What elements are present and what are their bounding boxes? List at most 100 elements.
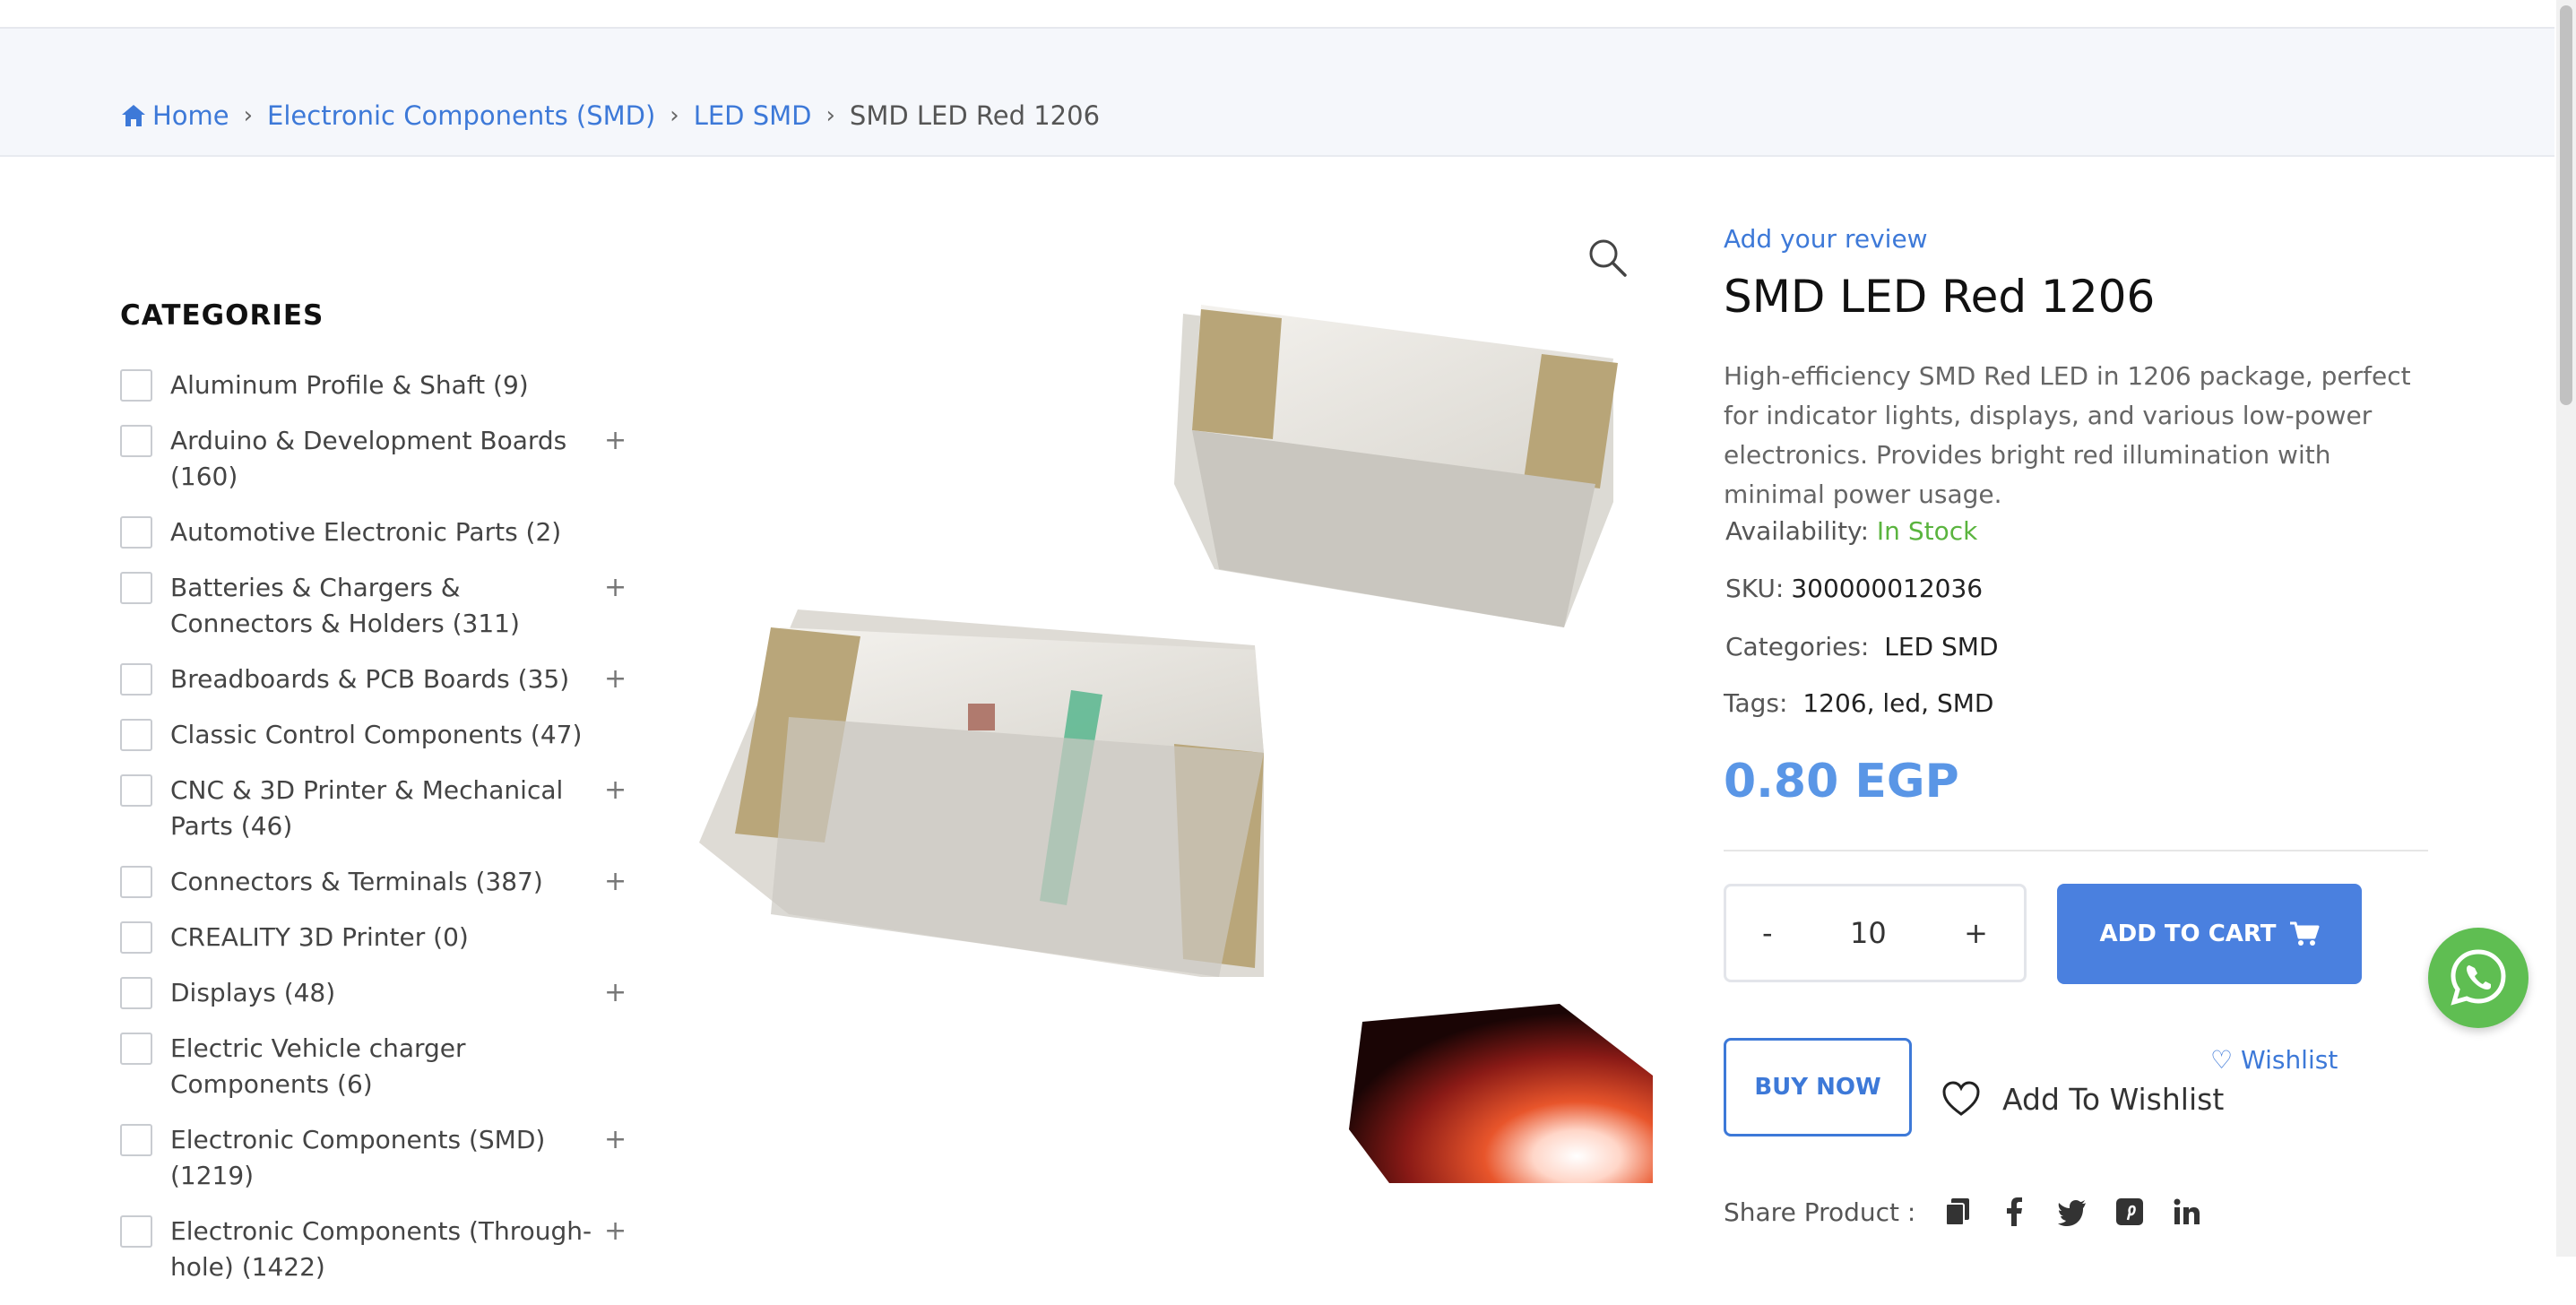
category-checkbox[interactable] bbox=[120, 516, 152, 549]
category-checkbox[interactable] bbox=[120, 1033, 152, 1065]
quantity-stepper: - 10 + bbox=[1724, 884, 2027, 982]
page-scrollbar[interactable] bbox=[2556, 0, 2576, 1257]
sku-row: SKU: 300000012036 bbox=[1725, 574, 1983, 603]
quantity-decrease-button[interactable]: - bbox=[1762, 916, 1773, 950]
product-description: High-efficiency SMD Red LED in 1206 pack… bbox=[1724, 361, 2411, 509]
category-label[interactable]: Arduino & Development Boards (160) bbox=[170, 423, 601, 495]
expand-plus-icon[interactable]: + bbox=[604, 1214, 627, 1249]
buy-now-button[interactable]: BUY NOW bbox=[1724, 1038, 1912, 1136]
category-checkbox[interactable] bbox=[120, 663, 152, 696]
category-label[interactable]: CNC & 3D Printer & Mechanical Parts (46) bbox=[170, 773, 601, 844]
pinterest-icon[interactable] bbox=[2114, 1197, 2145, 1227]
linkedin-icon[interactable] bbox=[2172, 1197, 2202, 1227]
sku-value: 300000012036 bbox=[1791, 574, 1984, 603]
copy-icon[interactable] bbox=[1942, 1197, 1973, 1227]
category-label[interactable]: Connectors & Terminals (387) bbox=[170, 864, 601, 900]
whatsapp-icon bbox=[2451, 949, 2506, 1006]
tags-value[interactable]: 1206, led, SMD bbox=[1802, 688, 1993, 718]
availability-label: Availability: bbox=[1725, 516, 1870, 546]
category-label[interactable]: Electric Vehicle charger Components (6) bbox=[170, 1031, 601, 1102]
add-to-wishlist-button[interactable]: Add To Wishlist bbox=[1941, 1081, 2224, 1117]
category-checkbox[interactable] bbox=[120, 866, 152, 898]
category-item[interactable]: Batteries & Chargers & Connectors & Hold… bbox=[120, 570, 640, 642]
category-label[interactable]: Automotive Electronic Parts (2) bbox=[170, 514, 601, 550]
expand-plus-icon[interactable]: + bbox=[604, 975, 627, 1011]
sku-label: SKU: bbox=[1725, 574, 1785, 603]
category-item[interactable]: CREALITY 3D Printer (0) bbox=[120, 920, 640, 955]
share-label: Share Product : bbox=[1724, 1197, 1916, 1227]
category-checkbox[interactable] bbox=[120, 977, 152, 1009]
breadcrumb-current: SMD LED Red 1206 bbox=[849, 100, 1101, 131]
add-to-wishlist-label: Add To Wishlist bbox=[2002, 1081, 2225, 1117]
expand-plus-icon[interactable]: + bbox=[604, 570, 627, 606]
category-checkbox[interactable] bbox=[120, 1215, 152, 1248]
categories-label: Categories: bbox=[1725, 632, 1870, 661]
category-item[interactable]: Displays (48) + bbox=[120, 975, 640, 1011]
category-checkbox[interactable] bbox=[120, 425, 152, 457]
breadcrumb-bar: Home › Electronic Components (SMD) › LED… bbox=[0, 29, 2554, 157]
breadcrumb-separator: › bbox=[826, 102, 835, 129]
category-list: Aluminum Profile & Shaft (9) Arduino & De… bbox=[120, 367, 640, 1305]
category-item[interactable]: Arduino & Development Boards (160) + bbox=[120, 423, 640, 495]
availability-row: Availability: In Stock bbox=[1725, 516, 1977, 546]
category-checkbox[interactable] bbox=[120, 719, 152, 751]
expand-plus-icon[interactable]: + bbox=[604, 661, 627, 697]
category-link-led-smd[interactable]: LED SMD bbox=[1884, 632, 1998, 661]
category-item[interactable]: Aluminum Profile & Shaft (9) bbox=[120, 367, 640, 403]
expand-plus-icon[interactable]: + bbox=[604, 1122, 627, 1158]
category-item[interactable]: Electric Vehicle charger Components (6) bbox=[120, 1031, 640, 1102]
add-to-cart-button[interactable]: ADD TO CART bbox=[2057, 884, 2362, 984]
category-label[interactable]: Batteries & Chargers & Connectors & Hold… bbox=[170, 570, 601, 642]
category-label[interactable]: Electronic Components (SMD) (1219) bbox=[170, 1122, 601, 1194]
category-item[interactable]: Connectors & Terminals (387) + bbox=[120, 864, 640, 900]
category-checkbox[interactable] bbox=[120, 774, 152, 807]
breadcrumb-led-smd[interactable]: LED SMD bbox=[694, 100, 812, 131]
category-label[interactable]: Aluminum Profile & Shaft (9) bbox=[170, 367, 601, 403]
tags-row: Tags: 1206, led, SMD bbox=[1724, 688, 1993, 718]
expand-plus-icon[interactable]: + bbox=[604, 423, 627, 459]
add-review-link[interactable]: Add your review bbox=[1724, 224, 1928, 254]
add-to-cart-label: ADD TO CART bbox=[2099, 920, 2277, 947]
facebook-icon[interactable] bbox=[2000, 1197, 2030, 1227]
scrollbar-thumb[interactable] bbox=[2560, 5, 2572, 405]
category-label[interactable]: Displays (48) bbox=[170, 975, 601, 1011]
category-item[interactable]: Electronic Components (SMD) (1219) + bbox=[120, 1122, 640, 1194]
breadcrumb-separator: › bbox=[243, 102, 254, 129]
expand-plus-icon[interactable]: + bbox=[604, 773, 627, 808]
category-checkbox[interactable] bbox=[120, 369, 152, 402]
category-item[interactable]: Automotive Electronic Parts (2) bbox=[120, 514, 640, 550]
product-photo bbox=[699, 305, 1653, 1183]
breadcrumb-home[interactable]: Home bbox=[120, 100, 229, 131]
quantity-input[interactable]: 10 bbox=[1850, 916, 1887, 950]
category-item[interactable]: Classic Control Components (47) bbox=[120, 717, 640, 753]
product-price: 0.80 EGP bbox=[1724, 755, 1959, 808]
product-image[interactable] bbox=[681, 215, 1653, 1183]
divider bbox=[1724, 850, 2428, 851]
quantity-increase-button[interactable]: + bbox=[1964, 916, 1988, 950]
expand-plus-icon[interactable]: + bbox=[604, 864, 627, 900]
product-title: SMD LED Red 1206 bbox=[1724, 271, 2156, 323]
category-item[interactable]: Breadboards & PCB Boards (35) + bbox=[120, 661, 640, 697]
category-item[interactable]: CNC & 3D Printer & Mechanical Parts (46)… bbox=[120, 773, 640, 844]
category-label[interactable]: Classic Control Components (47) bbox=[170, 717, 601, 753]
availability-status: In Stock bbox=[1876, 516, 1978, 546]
twitter-icon[interactable] bbox=[2057, 1197, 2088, 1227]
category-label[interactable]: Breadboards & PCB Boards (35) bbox=[170, 661, 601, 697]
wishlist-link[interactable]: ♡ Wishlist bbox=[2210, 1045, 2338, 1075]
category-label[interactable]: Electronic Components (Through-hole) (14… bbox=[170, 1214, 601, 1285]
breadcrumb-electronic-components-smd[interactable]: Electronic Components (SMD) bbox=[267, 100, 655, 131]
whatsapp-button[interactable] bbox=[2428, 928, 2528, 1028]
category-label[interactable]: CREALITY 3D Printer (0) bbox=[170, 920, 601, 955]
category-item[interactable]: Electronic Components (Through-hole) (14… bbox=[120, 1214, 640, 1285]
top-bar bbox=[0, 0, 2554, 29]
share-bar: Share Product : bbox=[1724, 1197, 2202, 1227]
category-checkbox[interactable] bbox=[120, 921, 152, 954]
tags-label: Tags: bbox=[1724, 688, 1788, 718]
heart-icon bbox=[1942, 1081, 1980, 1116]
breadcrumb-separator: › bbox=[670, 102, 679, 129]
home-icon bbox=[122, 105, 145, 126]
category-checkbox[interactable] bbox=[120, 1124, 152, 1156]
categories-row: Categories: LED SMD bbox=[1725, 632, 1999, 661]
zoom-icon[interactable] bbox=[1586, 237, 1628, 278]
category-checkbox[interactable] bbox=[120, 572, 152, 604]
